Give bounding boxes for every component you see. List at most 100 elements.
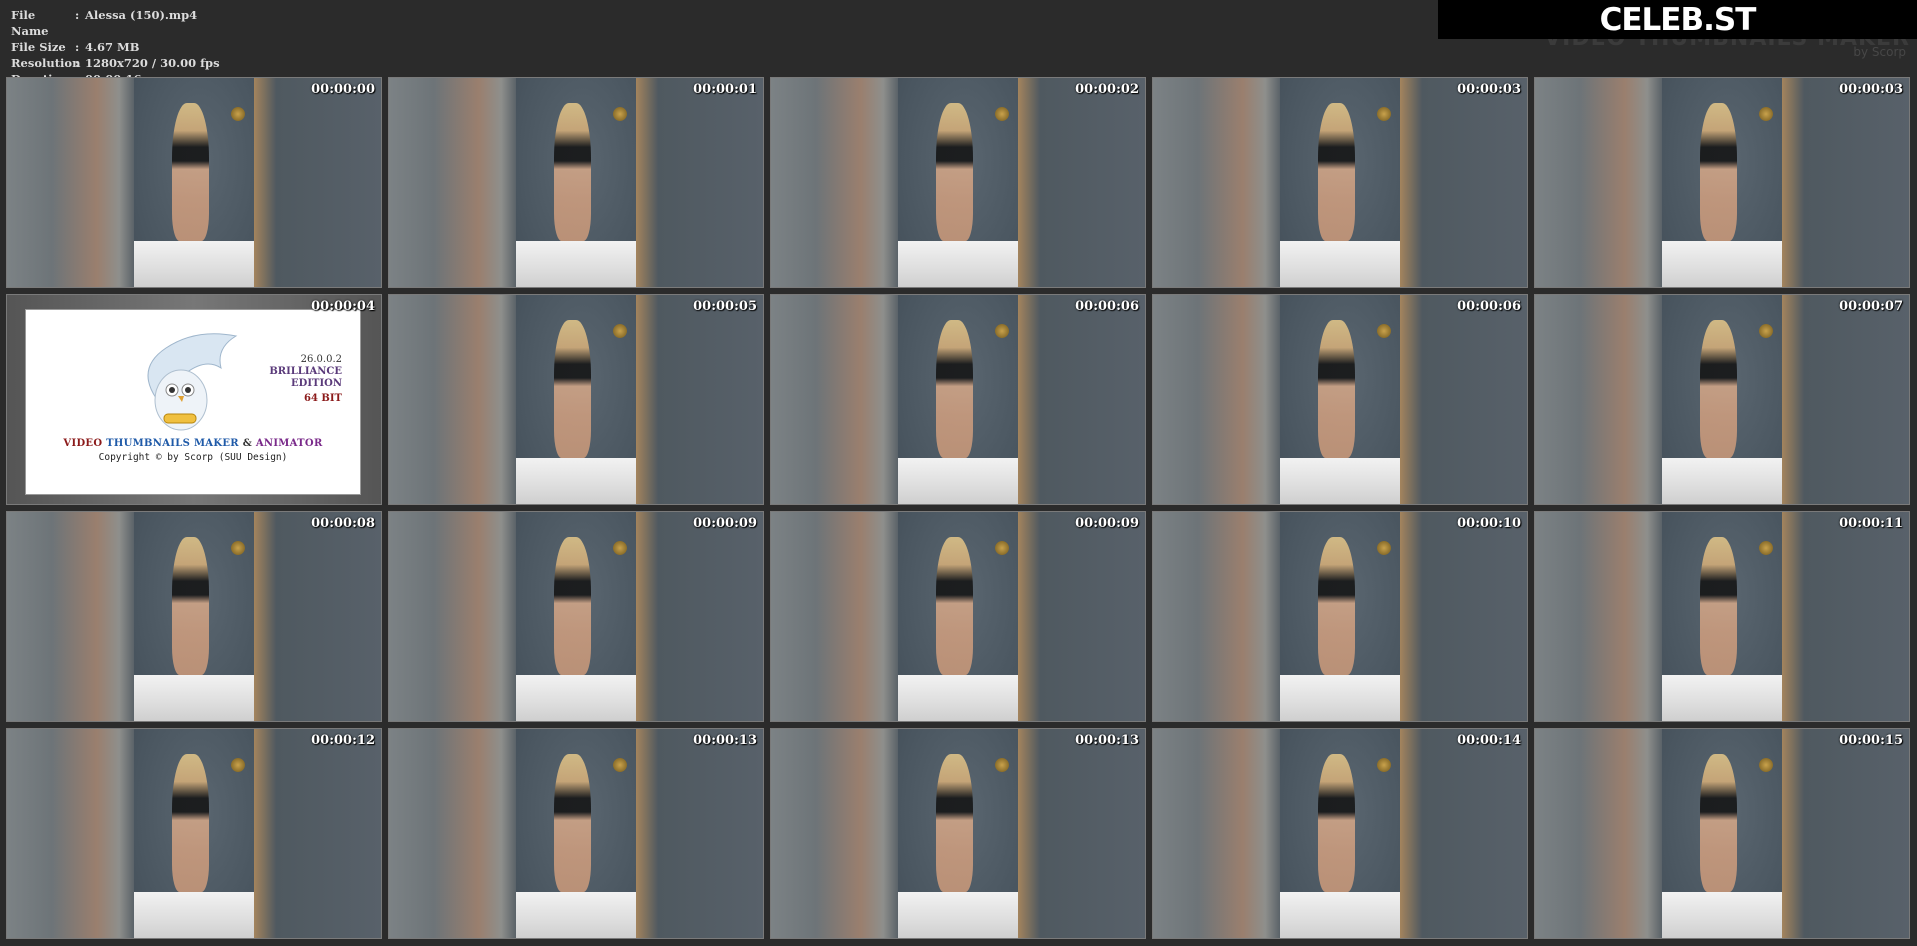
frame-figure <box>935 103 973 242</box>
meta-row-file-name: File Name : Alessa (150).mp4 <box>11 7 220 39</box>
splash-version: 26.0.0.2 <box>300 354 342 365</box>
video-thumbnail[interactable]: 00:00:12 <box>6 728 382 939</box>
frame-figure <box>935 537 973 676</box>
splash-edition-2: EDITION <box>291 378 342 389</box>
watermark-by: by Scorp <box>1853 45 1906 59</box>
video-thumbnail[interactable]: 00:00:08 <box>6 511 382 722</box>
splash-title-word: & <box>242 438 253 449</box>
splash-title: VIDEO THUMBNAILS MAKER & ANIMATOR <box>26 438 360 449</box>
meta-separator: : <box>75 40 80 54</box>
splash-screen: 26.0.0.2 BRILLIANCE EDITION 64 BIT VIDEO THU… <box>25 309 361 495</box>
splash-title-word: VIDEO <box>63 438 103 449</box>
frame-figure <box>1699 537 1737 676</box>
frame-bed <box>1280 892 1400 938</box>
frame-bed <box>1662 675 1782 721</box>
frame-timestamp: 00:00:13 <box>693 733 757 748</box>
frame-bed <box>898 892 1018 938</box>
frame-figure <box>1317 320 1355 459</box>
owl-icon <box>147 333 238 431</box>
frame-bed <box>898 675 1018 721</box>
brand-logo: CELEB.ST <box>1438 0 1917 39</box>
video-thumbnail[interactable]: 00:00:03 <box>1152 77 1528 288</box>
video-thumbnail[interactable]: 00:00:13 <box>770 728 1146 939</box>
frame-figure <box>553 754 591 893</box>
frame-figure <box>171 754 209 893</box>
meta-key: Resolution <box>11 56 81 70</box>
frame-timestamp: 00:00:03 <box>1457 82 1521 97</box>
frame-timestamp: 00:00:09 <box>693 516 757 531</box>
frame-figure <box>935 320 973 459</box>
frame-bed <box>516 892 636 938</box>
frame-timestamp: 00:00:07 <box>1839 299 1903 314</box>
brand-text: CELEB.ST <box>1599 1 1757 38</box>
frame-figure <box>171 537 209 676</box>
frame-bed <box>134 241 254 287</box>
video-thumbnail[interactable]: 00:00:11 <box>1534 511 1910 722</box>
frame-figure <box>1317 537 1355 676</box>
meta-key: File Size <box>11 40 66 54</box>
splash-title-word: ANIMATOR <box>255 438 323 449</box>
file-metadata: File Name : Alessa (150).mp4 File Size :… <box>11 7 220 87</box>
frame-figure <box>1699 103 1737 242</box>
meta-value: Alessa (150).mp4 <box>85 8 198 22</box>
video-thumbnail[interactable]: 00:00:13 <box>388 728 764 939</box>
splash-copyright: Copyright © by Scorp (SUU Design) <box>98 452 288 463</box>
splash-bits: 64 BIT <box>304 393 342 404</box>
video-thumbnail[interactable]: 00:00:06 <box>1152 294 1528 505</box>
splash-title-word: THUMBNAILS <box>106 438 191 449</box>
frame-figure <box>935 754 973 893</box>
frame-timestamp: 00:00:11 <box>1839 516 1903 531</box>
frame-timestamp: 00:00:02 <box>1075 82 1139 97</box>
frame-timestamp: 00:00:13 <box>1075 733 1139 748</box>
frame-bed <box>898 458 1018 504</box>
frame-timestamp: 00:00:06 <box>1075 299 1139 314</box>
video-thumbnail[interactable]: 26.0.0.2 BRILLIANCE EDITION 64 BIT VIDEO THU… <box>6 294 382 505</box>
video-thumbnail[interactable]: 00:00:03 <box>1534 77 1910 288</box>
meta-separator: : <box>75 8 80 22</box>
video-thumbnail[interactable]: 00:00:14 <box>1152 728 1528 939</box>
splash-title-word: MAKER <box>193 438 239 449</box>
video-thumbnail[interactable]: 00:00:05 <box>388 294 764 505</box>
splash-version-block: 26.0.0.2 BRILLIANCE EDITION 64 BIT <box>269 354 342 405</box>
frame-timestamp: 00:00:09 <box>1075 516 1139 531</box>
meta-row-resolution: Resolution : 1280x720 / 30.00 fps <box>11 55 220 71</box>
frame-figure <box>553 537 591 676</box>
video-thumbnail[interactable]: 00:00:09 <box>770 511 1146 722</box>
frame-timestamp: 00:00:00 <box>311 82 375 97</box>
frame-timestamp: 00:00:14 <box>1457 733 1521 748</box>
meta-key: File Name <box>11 8 49 38</box>
video-thumbnail[interactable]: 00:00:06 <box>770 294 1146 505</box>
frame-bed <box>134 675 254 721</box>
frame-bed <box>1662 458 1782 504</box>
frame-figure <box>1699 320 1737 459</box>
frame-timestamp: 00:00:10 <box>1457 516 1521 531</box>
thumbnail-grid: 00:00:00 00:00:01 00:00:02 00:00:03 00:00:03… <box>6 77 1910 939</box>
frame-bed <box>1662 892 1782 938</box>
video-thumbnail[interactable]: 00:00:09 <box>388 511 764 722</box>
video-thumbnail[interactable]: 00:00:07 <box>1534 294 1910 505</box>
frame-bed <box>516 458 636 504</box>
meta-value: 1280x720 / 30.00 fps <box>85 56 220 70</box>
frame-figure <box>553 320 591 459</box>
frame-bed <box>1280 675 1400 721</box>
frame-bed <box>1280 458 1400 504</box>
video-thumbnail[interactable]: 00:00:01 <box>388 77 764 288</box>
video-thumbnail[interactable]: 00:00:10 <box>1152 511 1528 722</box>
frame-bed <box>516 675 636 721</box>
frame-bed <box>898 241 1018 287</box>
frame-figure <box>1699 754 1737 893</box>
video-thumbnail[interactable]: 00:00:00 <box>6 77 382 288</box>
video-thumbnail[interactable]: 00:00:02 <box>770 77 1146 288</box>
frame-figure <box>1317 754 1355 893</box>
meta-value: 4.67 MB <box>85 40 140 54</box>
splash-edition-1: BRILLIANCE <box>269 366 342 377</box>
file-info-header: File Name : Alessa (150).mp4 File Size :… <box>0 0 1917 86</box>
frame-timestamp: 00:00:06 <box>1457 299 1521 314</box>
frame-bed <box>516 241 636 287</box>
frame-bed <box>1280 241 1400 287</box>
frame-figure <box>1317 103 1355 242</box>
frame-timestamp: 00:00:03 <box>1839 82 1903 97</box>
video-thumbnail[interactable]: 00:00:15 <box>1534 728 1910 939</box>
frame-timestamp: 00:00:05 <box>693 299 757 314</box>
frame-timestamp: 00:00:15 <box>1839 733 1903 748</box>
